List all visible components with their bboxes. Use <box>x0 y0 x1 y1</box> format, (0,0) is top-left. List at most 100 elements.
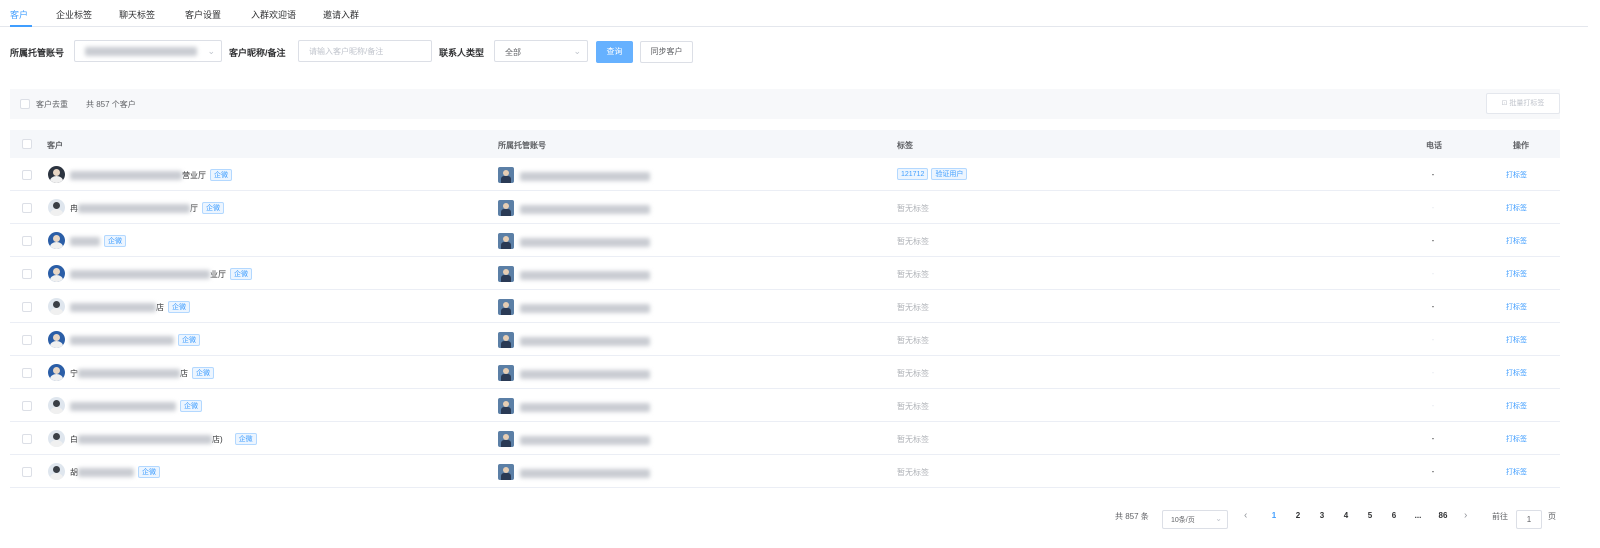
contact-type-label: 联系人类型 <box>439 48 485 58</box>
tag-action-link[interactable]: 打标签 <box>1506 302 1527 312</box>
tab-customer-settings[interactable]: 客户设置 <box>185 8 221 21</box>
page-size-select[interactable]: 10条/页 ⌄ <box>1162 510 1228 529</box>
table-body: 营业厅 企微 121712 验证用户 - 打标签 冉 厅 企微 暂无标签 - 打… <box>10 158 1560 488</box>
page-number[interactable]: 86 <box>1435 511 1451 520</box>
row-checkbox[interactable] <box>22 335 32 345</box>
row-checkbox[interactable] <box>22 236 32 246</box>
customer-avatar <box>48 166 65 183</box>
chevron-down-icon: ⌄ <box>573 46 581 56</box>
customer-count: 共 857 个客户 <box>86 100 136 109</box>
account-name-redacted <box>520 304 650 314</box>
row-checkbox[interactable] <box>22 401 32 411</box>
page-number[interactable]: 1 <box>1267 511 1281 520</box>
customer-name: 营业厅 企微 <box>70 169 232 181</box>
page-number[interactable]: 2 <box>1291 511 1305 520</box>
customer-avatar <box>48 298 65 315</box>
dedupe-label: 客户去重 <box>36 100 68 109</box>
page-ellipsis[interactable]: ... <box>1411 511 1425 520</box>
select-all-checkbox[interactable] <box>22 139 32 149</box>
no-tag-text: 暂无标签 <box>897 336 929 345</box>
wecom-badge: 企微 <box>180 400 202 412</box>
batch-tag-button[interactable]: ⊡ 批量打标签 <box>1486 93 1560 114</box>
wecom-badge: 企微 <box>168 301 190 313</box>
tab-customers[interactable]: 客户 <box>10 8 28 21</box>
account-name-redacted <box>520 172 650 182</box>
tab-enterprise-tags[interactable]: 企业标签 <box>56 8 92 21</box>
row-checkbox[interactable] <box>22 170 32 180</box>
account-avatar <box>498 200 514 216</box>
row-checkbox[interactable] <box>22 269 32 279</box>
account-avatar <box>498 431 514 447</box>
no-tag-text: 暂无标签 <box>897 435 929 444</box>
contact-type-select[interactable]: 全部 ⌄ <box>494 40 588 62</box>
tag-action-link[interactable]: 打标签 <box>1506 368 1527 378</box>
tag-action-link[interactable]: 打标签 <box>1506 203 1527 213</box>
tag-list: 121712 验证用户 <box>897 168 968 180</box>
wecom-badge: 企微 <box>210 169 232 181</box>
tab-welcome-message[interactable]: 入群欢迎语 <box>251 8 296 21</box>
table-row: 白 店) 企微 暂无标签 - 打标签 <box>10 422 1560 455</box>
tag-action-link[interactable]: 打标签 <box>1506 335 1527 345</box>
phone-value: - <box>1431 302 1435 311</box>
tag-action-link[interactable]: 打标签 <box>1506 269 1527 279</box>
goto-page-input[interactable] <box>1516 510 1542 529</box>
tab-chat-tags[interactable]: 聊天标签 <box>119 8 155 21</box>
table-row: 冉 厅 企微 暂无标签 - 打标签 <box>10 191 1560 224</box>
page-number[interactable]: 5 <box>1363 511 1377 520</box>
customer-name-suffix: 店 <box>180 368 188 378</box>
customer-avatar <box>48 430 65 447</box>
dedupe-checkbox[interactable] <box>20 99 30 109</box>
account-select[interactable]: ⌄ <box>74 40 222 62</box>
account-value-redacted <box>85 47 197 57</box>
customer-name-prefix: 冉 <box>70 203 78 213</box>
phone-value: - <box>1431 335 1435 344</box>
customer-name: 宁 店 企微 <box>70 367 214 379</box>
table-row: 企微 暂无标签 - 打标签 <box>10 224 1560 257</box>
column-actions: 操作 <box>1513 141 1529 150</box>
tag-action-link[interactable]: 打标签 <box>1506 434 1527 444</box>
query-button[interactable]: 查询 <box>596 41 633 63</box>
account-name-redacted <box>520 436 650 446</box>
customer-name-redacted <box>70 335 174 345</box>
wecom-badge: 企微 <box>138 466 160 478</box>
sync-customers-button[interactable]: 同步客户 <box>640 41 693 63</box>
tag-action-link[interactable]: 打标签 <box>1506 236 1527 246</box>
row-checkbox[interactable] <box>22 467 32 477</box>
tag-chip: 验证用户 <box>931 168 968 180</box>
goto-label: 前往 <box>1492 512 1508 521</box>
account-avatar <box>498 398 514 414</box>
no-tag-text: 暂无标签 <box>897 204 929 213</box>
row-checkbox[interactable] <box>22 434 32 444</box>
page-number[interactable]: 3 <box>1315 511 1329 520</box>
customer-name-redacted <box>78 434 212 444</box>
phone-value: - <box>1431 467 1435 476</box>
prev-page-icon[interactable]: ‹ <box>1244 510 1247 521</box>
column-phone: 电话 <box>1426 141 1442 150</box>
tag-action-link[interactable]: 打标签 <box>1506 401 1527 411</box>
no-tag-text: 暂无标签 <box>897 402 929 411</box>
tag-action-link[interactable]: 打标签 <box>1506 467 1527 477</box>
table-row: 企微 暂无标签 - 打标签 <box>10 323 1560 356</box>
customer-avatar <box>48 232 65 249</box>
page-number[interactable]: 4 <box>1339 511 1353 520</box>
customer-avatar <box>48 364 65 381</box>
customer-name-prefix: 白 <box>70 434 78 444</box>
page-number[interactable]: 6 <box>1387 511 1401 520</box>
account-avatar <box>498 299 514 315</box>
row-checkbox[interactable] <box>22 368 32 378</box>
customer-search-input[interactable] <box>298 40 432 62</box>
tag-chip: 121712 <box>897 168 929 180</box>
account-name-redacted <box>520 403 650 413</box>
next-page-icon[interactable]: › <box>1464 510 1467 521</box>
customer-name-prefix: 宁 <box>70 368 78 378</box>
phone-value: - <box>1431 401 1435 410</box>
column-customer: 客户 <box>47 141 63 150</box>
customer-name: 白 店) 企微 <box>70 433 257 445</box>
tag-action-link[interactable]: 打标签 <box>1506 170 1527 180</box>
tab-invite-group[interactable]: 邀请入群 <box>323 8 359 21</box>
chevron-down-icon: ⌄ <box>1215 514 1222 523</box>
row-checkbox[interactable] <box>22 203 32 213</box>
customer-name: 企微 <box>70 235 126 247</box>
row-checkbox[interactable] <box>22 302 32 312</box>
customer-name-redacted <box>70 236 100 246</box>
